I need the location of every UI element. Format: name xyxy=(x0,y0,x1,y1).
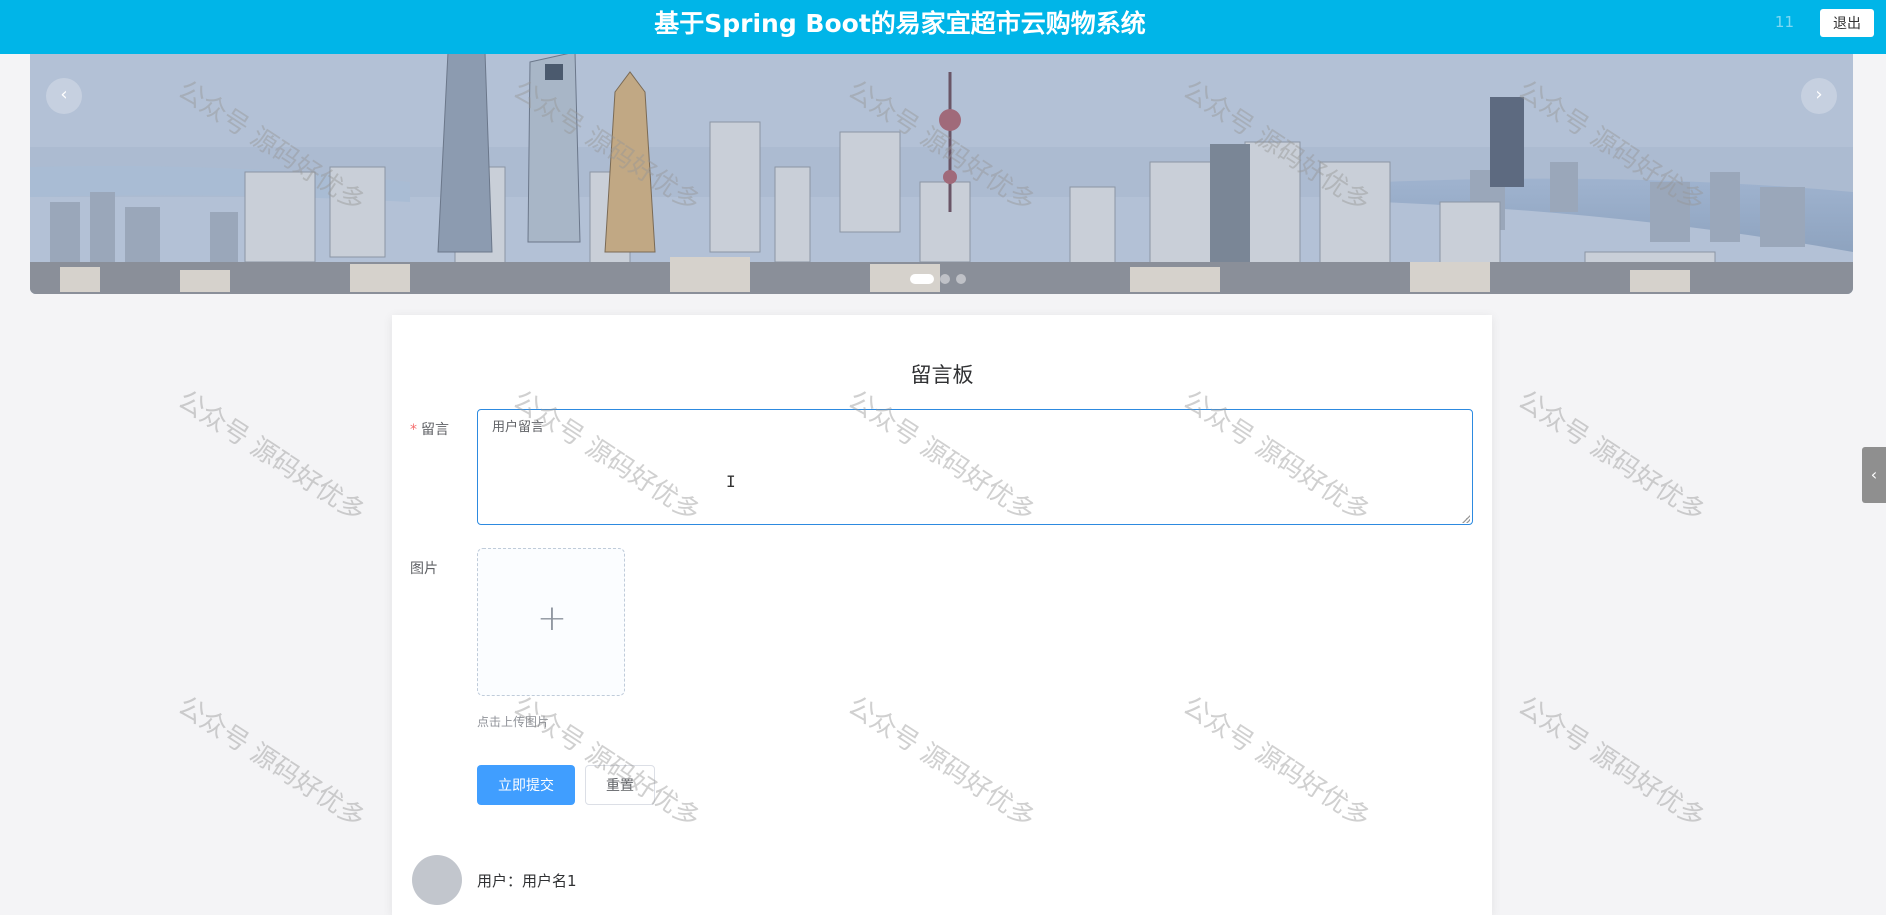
message-label-text: 留言 xyxy=(421,422,449,438)
message-textarea[interactable] xyxy=(477,409,1473,525)
text-cursor-icon: I xyxy=(726,472,736,491)
watermark: 公众号 源码好优多 xyxy=(172,385,371,528)
logout-button[interactable]: 退出 xyxy=(1820,9,1874,37)
avatar xyxy=(412,855,462,905)
city-skyline-image xyxy=(30,52,1853,294)
watermark: 公众号 源码好优多 xyxy=(172,691,371,834)
plus-icon: + xyxy=(536,598,568,639)
required-mark: * xyxy=(410,422,417,438)
carousel-dot-2[interactable] xyxy=(940,273,950,284)
carousel-indicators xyxy=(910,268,972,287)
banner-carousel: ‹ › xyxy=(30,52,1853,294)
message-board-card: 留言板 *留言 I 图片 + 点击上传图片 立即提交 重置 用户：用户名1 xyxy=(392,315,1492,915)
carousel-dot-3[interactable] xyxy=(956,273,966,284)
textarea-resize-handle[interactable] xyxy=(1460,513,1470,523)
board-title: 留言板 xyxy=(910,363,974,387)
carousel-dot-1[interactable] xyxy=(910,273,934,284)
side-panel-toggle[interactable]: ‹ xyxy=(1862,447,1886,503)
reset-button[interactable]: 重置 xyxy=(585,765,655,805)
watermark: 公众号 源码好优多 xyxy=(1512,691,1711,834)
top-header: 基于Spring Boot的易家宜超市云购物系统 11 退出 xyxy=(0,0,1886,54)
site-title: 基于Spring Boot的易家宜超市云购物系统 xyxy=(654,9,1146,38)
carousel-next-button[interactable]: › xyxy=(1801,78,1837,114)
upload-tip: 点击上传图片 xyxy=(477,715,550,729)
image-upload-box[interactable]: + xyxy=(477,548,625,696)
message-label: * 留言 xyxy=(410,419,449,439)
watermark: 公众号 源码好优多 xyxy=(1512,385,1711,528)
submit-button[interactable]: 立即提交 xyxy=(477,765,575,805)
carousel-prev-button[interactable]: ‹ xyxy=(46,78,82,114)
comment-username: 用户：用户名1 xyxy=(477,872,577,890)
image-label: 图片 xyxy=(410,561,438,577)
current-username[interactable]: 11 xyxy=(1775,13,1794,31)
